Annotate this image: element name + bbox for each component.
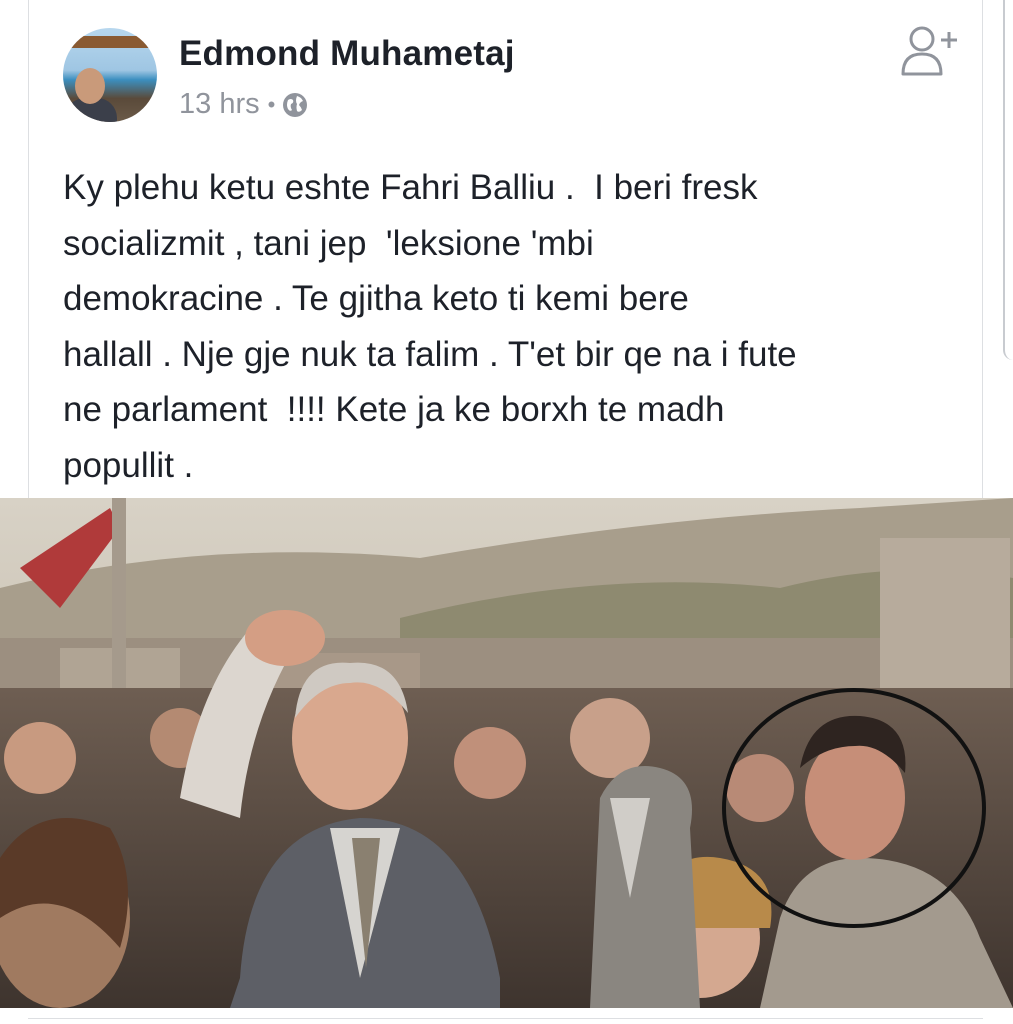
- post-text-line: hallall . Nje gje nuk ta falim . T'et bi…: [63, 334, 797, 374]
- post-text-line: socializmit , tani jep 'leksione 'mbi: [63, 223, 594, 263]
- globe-icon[interactable]: [281, 91, 309, 119]
- avatar-face: [75, 68, 105, 104]
- post-text-line: popullit .: [63, 445, 194, 485]
- post-photo[interactable]: [0, 498, 1013, 1008]
- author-avatar[interactable]: [63, 28, 157, 122]
- meta-separator: •: [267, 91, 276, 117]
- post-time[interactable]: 13 hrs: [179, 88, 260, 121]
- bottom-strip: [0, 1008, 1013, 1024]
- post-meta: 13 hrs •: [179, 88, 309, 121]
- avatar-roof: [63, 36, 157, 48]
- add-friend-icon[interactable]: [897, 22, 963, 82]
- post-text: Ky plehu ketu eshte Fahri Balliu . I ber…: [63, 160, 943, 493]
- post-text-line: demokracine . Te gjitha keto ti kemi ber…: [63, 279, 689, 318]
- post-text-line: Ky plehu ketu eshte Fahri Balliu . I ber…: [63, 168, 758, 207]
- post-text-line: ne parlament !!!! Kete ja ke borxh te ma…: [63, 390, 725, 429]
- card-bottom-border: [28, 1018, 983, 1019]
- author-name[interactable]: Edmond Muhametaj: [179, 34, 515, 74]
- scroll-indicator[interactable]: [1003, 0, 1013, 360]
